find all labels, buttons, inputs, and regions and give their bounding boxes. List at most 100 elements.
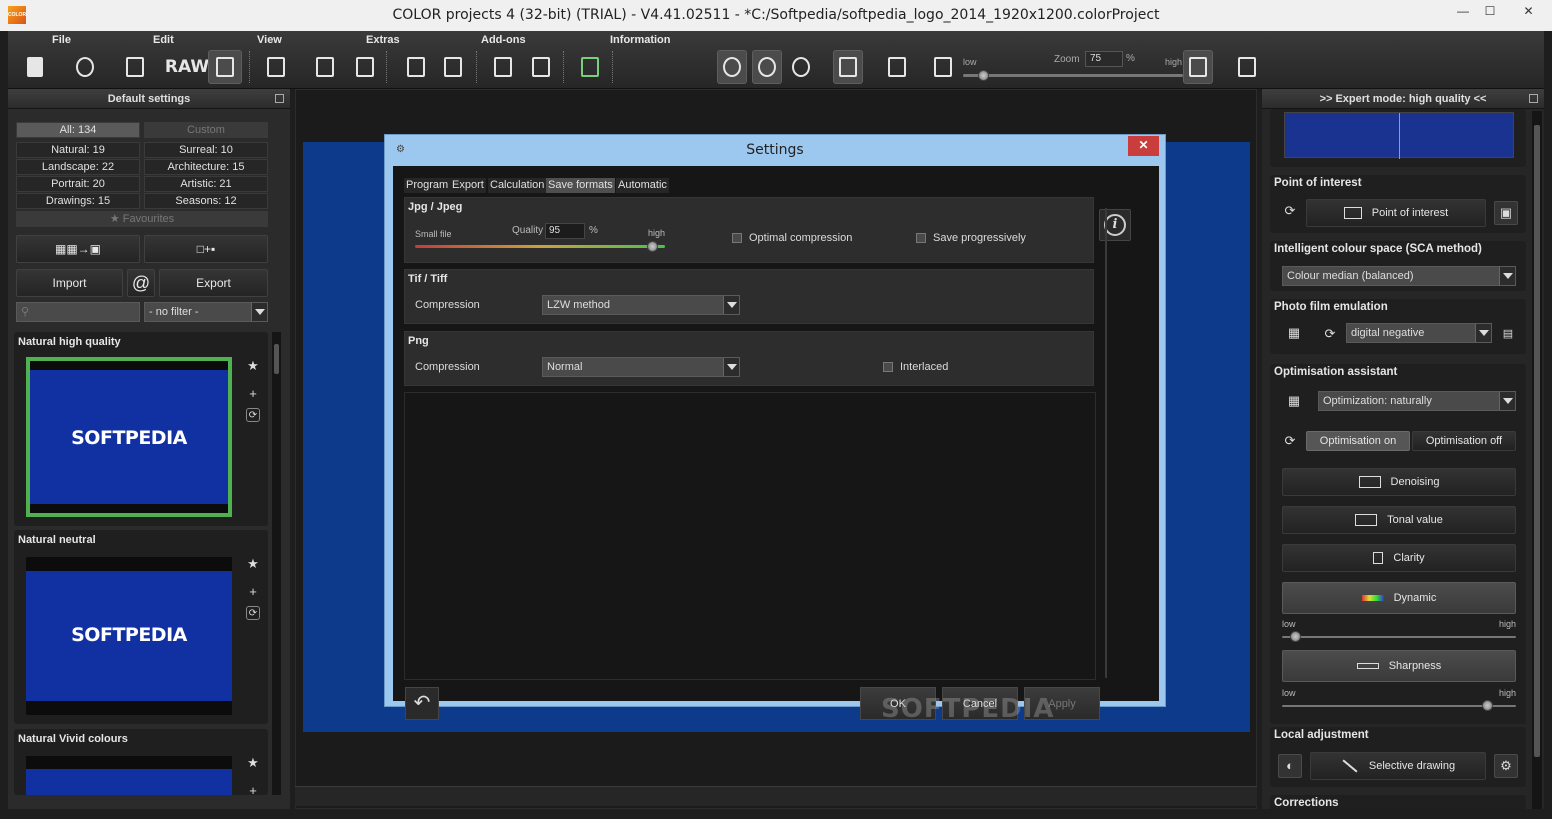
right-panel-scrollbar[interactable]	[1532, 111, 1542, 809]
info-button[interactable]: i	[1099, 209, 1131, 241]
film-select[interactable]: digital negative	[1346, 323, 1492, 343]
sharpness-slider-track[interactable]	[1282, 705, 1516, 707]
navigator-preview[interactable]	[1284, 112, 1514, 159]
maximize-button[interactable]: ☐	[1473, 0, 1507, 24]
selective-drawing-button[interactable]: Selective drawing	[1310, 752, 1486, 780]
undo-button[interactable]: ↶	[405, 687, 439, 720]
dynamic-slider-track[interactable]	[1282, 636, 1516, 638]
category-artistic[interactable]: Artistic: 21	[144, 176, 268, 192]
histogram-button[interactable]	[575, 50, 605, 84]
preview-eye-button[interactable]	[717, 50, 747, 84]
tonal-value-button[interactable]: Tonal value	[1282, 506, 1516, 534]
category-landscape[interactable]: Landscape: 22	[16, 159, 140, 175]
save-button[interactable]	[261, 50, 291, 84]
interlaced-checkbox[interactable]	[883, 362, 893, 372]
sca-select[interactable]: Colour median (balanced)	[1282, 266, 1516, 286]
add-icon[interactable]: +	[246, 784, 260, 796]
pixel-button[interactable]	[882, 50, 912, 84]
quality-slider-track[interactable]	[415, 245, 665, 248]
quality-slider-knob[interactable]	[647, 241, 658, 252]
menu-addons[interactable]: Add-ons	[481, 34, 526, 46]
sharpness-slider-knob[interactable]	[1482, 700, 1493, 711]
preset-thumbnail[interactable]	[26, 756, 232, 795]
poi-options-icon[interactable]: ▣	[1494, 201, 1518, 225]
canvas-horizontal-scrollbar[interactable]	[295, 786, 1257, 806]
category-portrait[interactable]: Portrait: 20	[16, 176, 140, 192]
preset-card[interactable]: Natural high quality SOFTPEDIA ★ + ⟳	[14, 332, 268, 526]
add-preset-button[interactable]: □+▪	[144, 235, 268, 263]
favourites-button[interactable]: ★ Favourites	[16, 211, 268, 227]
tab-export[interactable]: Export	[450, 178, 486, 193]
film-options-icon[interactable]: ▤	[1496, 323, 1520, 347]
rotate-crop-button[interactable]	[1232, 50, 1262, 84]
category-drawings[interactable]: Drawings: 15	[16, 193, 140, 209]
scrollbar-thumb[interactable]	[274, 344, 279, 374]
split-view-button[interactable]	[833, 50, 863, 84]
export-button[interactable]: Export	[159, 269, 268, 297]
export-multi-button[interactable]	[350, 50, 380, 84]
category-architecture[interactable]: Architecture: 15	[144, 159, 268, 175]
zoom-slider-track[interactable]	[963, 74, 1183, 77]
filter-select[interactable]: - no filter -	[144, 302, 268, 322]
preset-card[interactable]: Natural neutral SOFTPEDIA ★ + ⟳	[14, 530, 268, 724]
preset-card[interactable]: Natural Vivid colours ★ +	[14, 729, 268, 795]
refresh-icon[interactable]: ⟳	[1318, 323, 1342, 347]
tab-calculation[interactable]: Calculation	[488, 178, 547, 193]
dynamic-button[interactable]: Dynamic	[1282, 582, 1516, 614]
scrollbar-thumb[interactable]	[1534, 125, 1540, 757]
optimisation-off-button[interactable]: Optimisation off	[1412, 431, 1516, 451]
preset-thumbnail[interactable]: SOFTPEDIA	[26, 557, 232, 715]
sharpness-button[interactable]: Sharpness	[1282, 650, 1516, 682]
email-button[interactable]: @	[127, 269, 155, 297]
favourite-star-icon[interactable]: ★	[246, 557, 260, 571]
zoom-input[interactable]: 75	[1085, 51, 1123, 67]
category-natural[interactable]: Natural: 19	[16, 142, 140, 158]
dynamic-slider-knob[interactable]	[1290, 631, 1301, 642]
tiff-compression-select[interactable]: LZW method	[542, 295, 740, 315]
refresh-icon[interactable]: ⟳	[246, 408, 260, 422]
optimisation-grid-icon[interactable]: ▦	[1282, 390, 1306, 414]
redo-button[interactable]	[786, 50, 816, 84]
point-of-interest-button[interactable]: Point of interest	[1306, 199, 1486, 227]
film-button[interactable]	[438, 50, 468, 84]
undock-icon[interactable]	[1529, 94, 1538, 103]
import-button[interactable]: Import	[16, 269, 123, 297]
contrast-icon[interactable]: ◐	[1278, 754, 1302, 778]
category-custom[interactable]: Custom	[144, 122, 268, 138]
info-doc-button[interactable]	[526, 50, 556, 84]
add-icon[interactable]: +	[246, 585, 260, 599]
settings-button[interactable]	[208, 50, 242, 84]
zoom-out-button[interactable]	[928, 50, 958, 84]
dialog-close-button[interactable]: ✕	[1128, 136, 1159, 156]
favourite-star-icon[interactable]: ★	[246, 359, 260, 373]
menu-information[interactable]: Information	[610, 34, 671, 46]
add-icon[interactable]: +	[246, 387, 260, 401]
optimisation-select[interactable]: Optimization: naturally	[1318, 391, 1516, 411]
tab-program[interactable]: Program	[404, 178, 451, 193]
optimal-compression-checkbox[interactable]	[732, 233, 742, 243]
category-surreal[interactable]: Surreal: 10	[144, 142, 268, 158]
zoom-in-button[interactable]	[1183, 50, 1213, 84]
tab-automatic[interactable]: Automatic	[616, 178, 669, 193]
refresh-icon[interactable]: ⟳	[1278, 430, 1302, 454]
menu-view[interactable]: View	[257, 34, 282, 46]
raw-button[interactable]: RAW	[165, 50, 209, 84]
favourite-star-icon[interactable]: ★	[246, 756, 260, 770]
undock-icon[interactable]	[275, 94, 284, 103]
tab-save-formats[interactable]: Save formats	[546, 178, 615, 193]
compare-button[interactable]	[488, 50, 518, 84]
zoom-slider-knob[interactable]	[978, 70, 989, 81]
png-compression-select[interactable]: Normal	[542, 357, 740, 377]
save-preset-button[interactable]: ▦▦→▣	[16, 235, 140, 263]
film-grid-icon[interactable]: ▦	[1282, 322, 1306, 346]
save-progressively-checkbox[interactable]	[916, 233, 926, 243]
refresh-icon[interactable]: ⟳	[1278, 200, 1302, 224]
auto-refresh-button[interactable]	[752, 50, 782, 84]
close-window-button[interactable]: ✕	[1506, 0, 1551, 24]
batch-button[interactable]	[310, 50, 340, 84]
quality-input[interactable]: 95	[545, 223, 585, 239]
preset-scrollbar[interactable]	[272, 332, 281, 795]
optimisation-on-button[interactable]: Optimisation on	[1306, 431, 1410, 451]
copy-button[interactable]	[120, 50, 150, 84]
refresh-icon[interactable]: ⟳	[246, 606, 260, 620]
